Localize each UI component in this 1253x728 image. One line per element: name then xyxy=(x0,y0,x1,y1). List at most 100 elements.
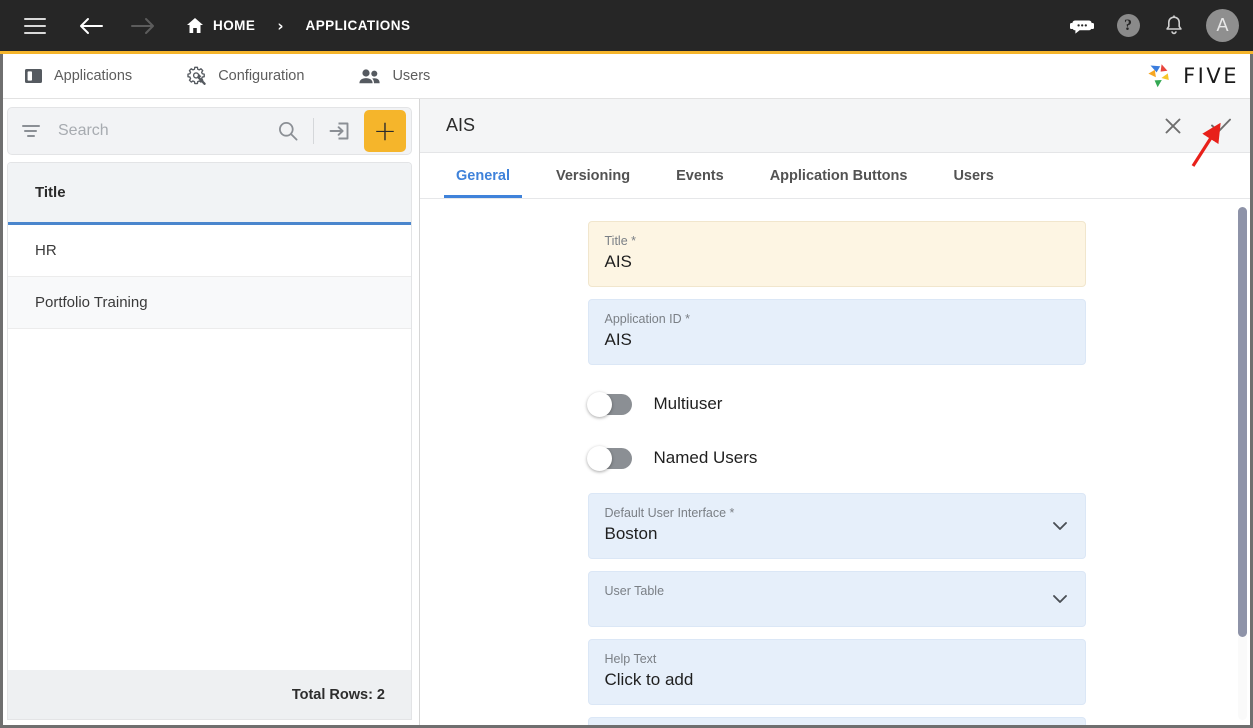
field-help-text[interactable]: Help Text Click to add xyxy=(587,639,1086,705)
search-button[interactable] xyxy=(269,112,307,150)
breadcrumb-home-label: HOME xyxy=(213,18,256,33)
toolbar-divider xyxy=(313,118,314,144)
import-record-button[interactable] xyxy=(320,112,358,150)
chevron-down-icon[interactable] xyxy=(1051,590,1069,608)
tab-general[interactable]: General xyxy=(444,153,522,198)
detail-header-actions xyxy=(1159,112,1235,140)
field-title-label: Title * xyxy=(604,234,637,248)
tab-application-buttons-label: Application Buttons xyxy=(769,167,908,184)
grid-header-row: Title xyxy=(8,163,411,225)
filter-icon[interactable] xyxy=(22,121,42,141)
breadcrumb: HOME › APPLICATIONS xyxy=(186,17,410,35)
scrollbar-thumb[interactable] xyxy=(1238,207,1247,637)
total-rows-label: Total Rows: 2 xyxy=(291,686,385,703)
named-users-label: Named Users xyxy=(653,448,758,467)
people-icon xyxy=(359,68,381,83)
named-users-toggle[interactable] xyxy=(586,445,632,471)
module-tab-bar: Applications Configuration Users FIVE xyxy=(0,54,1253,99)
tab-general-label: General xyxy=(456,167,510,184)
forward-arrow-icon xyxy=(126,9,160,43)
chatbot-icon[interactable] xyxy=(1062,6,1102,46)
gear-wrench-icon xyxy=(187,66,206,85)
five-pinwheel-icon xyxy=(1148,64,1169,88)
tab-versioning-label: Versioning xyxy=(556,167,631,184)
field-user-table[interactable]: User Table xyxy=(587,571,1086,627)
form-scroll-content: Title * AIS Application ID * AIS Multius… xyxy=(420,199,1253,728)
five-logo: FIVE xyxy=(1145,61,1239,91)
search-icon xyxy=(279,122,298,141)
field-user-table-label: User Table xyxy=(604,584,665,598)
row-title: Portfolio Training xyxy=(35,294,148,311)
help-icon[interactable]: ? xyxy=(1108,6,1148,46)
field-default-user-interface-value: Boston xyxy=(604,524,658,543)
detail-tabs: General Versioning Events Application Bu… xyxy=(420,153,1253,199)
tab-application-buttons[interactable]: Application Buttons xyxy=(758,153,920,198)
tab-users[interactable]: Users xyxy=(941,153,1005,198)
user-avatar[interactable]: A xyxy=(1206,9,1239,42)
close-icon xyxy=(1165,118,1181,133)
table-row[interactable]: HR xyxy=(8,225,411,277)
plus-icon: + xyxy=(373,114,397,147)
add-record-button[interactable]: + xyxy=(364,110,406,152)
records-grid: Title HR Portfolio Training xyxy=(7,162,412,670)
tab-versioning[interactable]: Versioning xyxy=(544,153,642,198)
toggle-knob xyxy=(586,445,612,471)
save-button[interactable] xyxy=(1207,112,1235,140)
module-tab-applications-label: Applications xyxy=(54,68,133,84)
checkmark-icon xyxy=(1211,118,1231,133)
tab-events-label: Events xyxy=(676,167,724,184)
breadcrumb-item-home[interactable]: HOME xyxy=(186,17,255,34)
page-title: AIS xyxy=(446,115,476,135)
notifications-bell-icon[interactable] xyxy=(1154,6,1194,46)
hamburger-menu-icon[interactable] xyxy=(18,9,52,43)
module-tab-configuration[interactable]: Configuration xyxy=(172,54,318,99)
field-named-users[interactable]: Named Users xyxy=(586,431,1086,485)
grid-footer: Total Rows: 2 xyxy=(7,670,412,720)
grid-rows: HR Portfolio Training xyxy=(8,225,411,670)
module-tab-users-label: Users xyxy=(392,68,431,84)
vertical-scrollbar[interactable] xyxy=(1238,207,1247,720)
layout-panel-icon xyxy=(25,69,42,83)
back-arrow-icon[interactable] xyxy=(74,9,108,43)
detail-header: AIS xyxy=(420,99,1253,153)
tab-users-label: Users xyxy=(953,167,994,184)
field-help-text-label: Help Text xyxy=(604,652,657,666)
app-window: HOME › APPLICATIONS ? A Applications Con… xyxy=(0,0,1253,728)
module-tab-users[interactable]: Users xyxy=(344,54,444,99)
field-default-user-interface-label: Default User Interface * xyxy=(604,506,735,520)
row-title: HR xyxy=(35,242,57,259)
tab-events[interactable]: Events xyxy=(664,153,736,198)
chevron-down-icon[interactable] xyxy=(1051,517,1069,535)
main-body: + Title HR Portfolio Training xyxy=(0,99,1253,728)
import-record-icon xyxy=(329,122,349,140)
top-navigation-bar: HOME › APPLICATIONS ? A xyxy=(0,0,1253,54)
detail-panel: AIS General Versioning Events Applicatio… xyxy=(420,99,1253,728)
field-title[interactable]: Title * AIS xyxy=(587,221,1086,287)
table-row[interactable]: Portfolio Training xyxy=(8,277,411,329)
breadcrumb-separator: › xyxy=(277,16,284,35)
form-area: Title * AIS Application ID * AIS Multius… xyxy=(420,199,1253,728)
search-input[interactable] xyxy=(58,122,269,140)
toggle-knob xyxy=(586,391,612,417)
left-list-panel: + Title HR Portfolio Training xyxy=(0,99,420,728)
home-icon xyxy=(187,18,203,33)
multiuser-label: Multiuser xyxy=(653,394,723,413)
field-default-user-interface[interactable]: Default User Interface * Boston xyxy=(587,493,1086,559)
field-title-value: AIS xyxy=(604,252,632,271)
field-help-text-value: Click to add xyxy=(604,670,694,689)
help-glyph: ? xyxy=(1116,14,1140,37)
multiuser-toggle[interactable] xyxy=(586,391,632,417)
field-application-id-value: AIS xyxy=(604,330,632,349)
field-application-id[interactable]: Application ID * AIS xyxy=(587,299,1086,365)
top-bar-actions: ? A xyxy=(1062,6,1239,46)
module-tab-applications[interactable]: Applications xyxy=(16,54,146,99)
breadcrumb-item-applications[interactable]: APPLICATIONS xyxy=(306,18,411,33)
close-button[interactable] xyxy=(1159,112,1187,140)
field-application-id-label: Application ID * xyxy=(604,312,690,326)
arrow-left-icon xyxy=(80,17,103,34)
grid-column-title[interactable]: Title xyxy=(35,184,66,201)
search-toolbar: + xyxy=(7,107,412,155)
window-edge-left xyxy=(0,54,3,728)
module-tab-configuration-label: Configuration xyxy=(218,68,305,84)
field-multiuser[interactable]: Multiuser xyxy=(586,377,1086,431)
